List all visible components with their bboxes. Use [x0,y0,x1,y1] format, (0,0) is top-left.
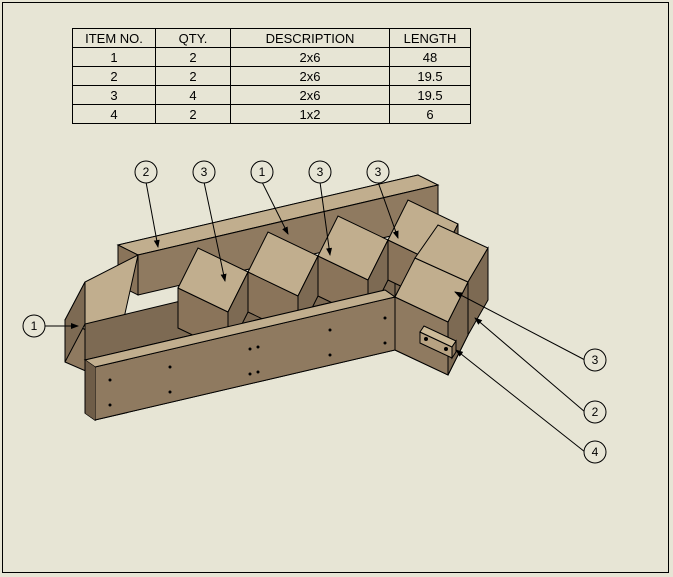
balloon-label: 4 [592,445,599,459]
isometric-drawing: 2 3 1 3 3 1 3 2 4 [0,0,673,577]
balloon-label: 3 [317,165,324,179]
balloon-label: 3 [592,353,599,367]
balloon-label: 1 [259,165,266,179]
balloon-label: 1 [31,319,38,333]
balloon-label: 3 [375,165,382,179]
balloon-label: 2 [592,405,599,419]
balloon-label: 2 [143,165,150,179]
balloon-label: 3 [201,165,208,179]
